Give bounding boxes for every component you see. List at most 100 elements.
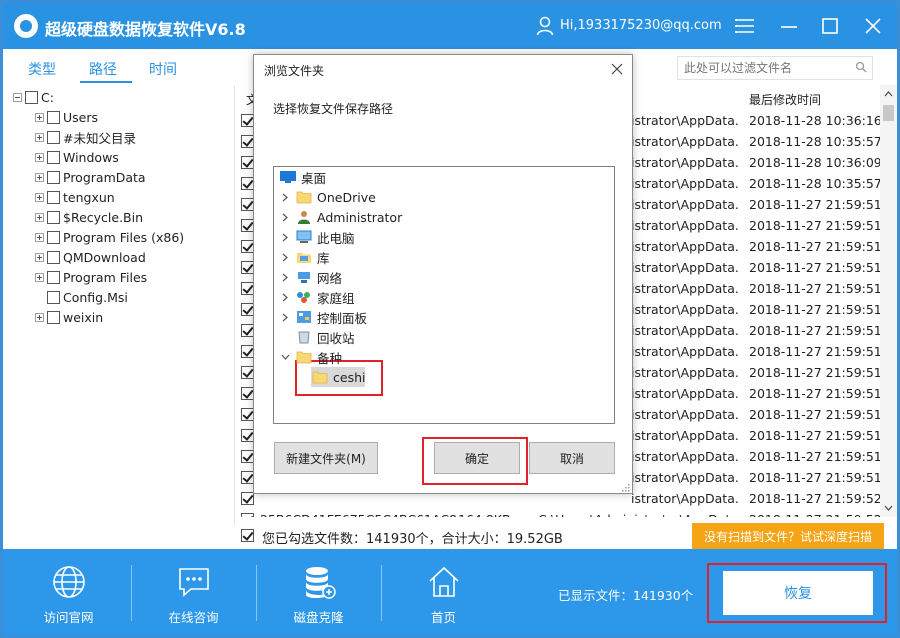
folder-icon bbox=[312, 371, 328, 384]
tree-checkbox[interactable] bbox=[47, 310, 60, 324]
menu-icon[interactable] bbox=[732, 13, 758, 39]
folder-item[interactable]: Administrator bbox=[280, 207, 402, 227]
chevron-right-icon[interactable] bbox=[280, 292, 290, 302]
browse-folder-dialog: 浏览文件夹 选择恢复文件保存路径 桌面 OneDrive Administrator… bbox=[253, 54, 633, 494]
expand-icon[interactable] bbox=[35, 152, 44, 162]
app-logo-icon bbox=[14, 14, 38, 38]
collapse-icon[interactable] bbox=[13, 92, 22, 102]
tree-label: tengxun bbox=[63, 189, 115, 205]
tree-item[interactable]: Program Files bbox=[35, 268, 147, 286]
homegroup-icon bbox=[297, 292, 310, 303]
file-path: istrator\AppData... bbox=[631, 134, 739, 149]
tree-checkbox[interactable] bbox=[47, 150, 60, 164]
tree-item[interactable]: #未知父目录 bbox=[35, 128, 136, 146]
dialog-close-icon[interactable] bbox=[609, 61, 625, 77]
tree-checkbox[interactable] bbox=[47, 230, 60, 244]
expand-icon[interactable] bbox=[35, 112, 44, 122]
expand-icon[interactable] bbox=[35, 312, 44, 322]
chevron-right-icon[interactable] bbox=[280, 212, 290, 222]
row-checkbox[interactable] bbox=[241, 513, 254, 517]
tree-item[interactable]: weixin bbox=[35, 308, 103, 326]
tab-type[interactable]: 类型 bbox=[28, 59, 56, 79]
folder-item[interactable]: 回收站 bbox=[280, 327, 355, 347]
tree-checkbox[interactable] bbox=[47, 130, 60, 144]
tree-checkbox[interactable] bbox=[47, 270, 60, 284]
expand-icon[interactable] bbox=[35, 192, 44, 202]
chevron-right-icon[interactable] bbox=[280, 192, 290, 202]
file-time: 2018-11-27 21:59:51 bbox=[749, 470, 880, 485]
tab-time[interactable]: 时间 bbox=[149, 59, 177, 79]
file-path: istrator\AppData... bbox=[631, 386, 739, 401]
nav-label: 在线咨询 bbox=[168, 610, 219, 625]
expand-icon[interactable] bbox=[35, 272, 44, 282]
nav-consult[interactable]: 在线咨询 bbox=[131, 549, 256, 635]
tree-item[interactable]: Config.Msi bbox=[35, 288, 128, 306]
folder-item[interactable]: 网络 bbox=[280, 267, 342, 287]
folder-label: 家庭组 bbox=[317, 290, 355, 306]
user-email[interactable]: Hi,1933175230@qq.com bbox=[560, 18, 722, 33]
file-path: istrator\AppData... bbox=[631, 176, 739, 191]
new-folder-button[interactable]: 新建文件夹(M) bbox=[274, 442, 378, 474]
folder-item[interactable]: 库 bbox=[280, 247, 330, 267]
expand-icon[interactable] bbox=[35, 212, 44, 222]
user-icon[interactable] bbox=[536, 16, 554, 36]
deep-scan-button[interactable]: 没有扫描到文件？试试深度扫描 bbox=[692, 523, 884, 549]
search-icon[interactable] bbox=[855, 61, 867, 73]
tree-item[interactable]: QMDownload bbox=[35, 248, 146, 266]
chevron-down-icon[interactable] bbox=[280, 352, 290, 362]
filter-input[interactable] bbox=[677, 56, 873, 80]
folder-icon bbox=[296, 351, 312, 364]
chevron-right-icon[interactable] bbox=[280, 232, 290, 242]
tree-checkbox[interactable] bbox=[47, 170, 60, 184]
folder-item[interactable]: ceshi bbox=[296, 367, 365, 387]
chevron-right-icon[interactable] bbox=[280, 252, 290, 262]
nav-website[interactable]: 访问官网 bbox=[6, 549, 131, 635]
tree-root[interactable]: C: bbox=[13, 88, 54, 106]
chevron-right-icon[interactable] bbox=[280, 272, 290, 282]
tab-path[interactable]: 路径 bbox=[89, 59, 117, 79]
folder-item[interactable]: 家庭组 bbox=[280, 287, 355, 307]
list-scrollbar[interactable] bbox=[880, 85, 897, 517]
folder-item[interactable]: 此电脑 bbox=[280, 227, 355, 247]
expand-icon[interactable] bbox=[35, 252, 44, 262]
scroll-up-icon[interactable] bbox=[884, 90, 893, 97]
file-path: istrator\AppData... bbox=[631, 239, 739, 254]
folder-label: 控制面板 bbox=[317, 310, 368, 326]
close-icon[interactable] bbox=[860, 13, 886, 39]
tree-item[interactable]: Program Files (x86) bbox=[35, 228, 184, 246]
nav-disk-clone[interactable]: 磁盘克隆 bbox=[256, 549, 381, 635]
minimize-icon[interactable] bbox=[776, 13, 802, 39]
file-path: istrator\AppData... bbox=[631, 281, 739, 296]
expand-icon[interactable] bbox=[35, 172, 44, 182]
scroll-thumb[interactable] bbox=[883, 105, 894, 121]
tree-checkbox[interactable] bbox=[47, 290, 60, 304]
tree-checkbox[interactable] bbox=[47, 210, 60, 224]
folder-item[interactable]: 备种 bbox=[280, 347, 342, 367]
tree-item[interactable]: $Recycle.Bin bbox=[35, 208, 143, 226]
folder-item[interactable]: 桌面 bbox=[280, 167, 326, 187]
tree-checkbox[interactable] bbox=[25, 90, 38, 104]
folder-item[interactable]: 控制面板 bbox=[280, 307, 367, 327]
col-time-header[interactable]: 最后修改时间 bbox=[749, 91, 821, 108]
expand-icon[interactable] bbox=[35, 132, 44, 142]
scroll-down-icon[interactable] bbox=[884, 505, 893, 512]
cancel-button[interactable]: 取消 bbox=[529, 442, 615, 474]
recover-button[interactable]: 恢复 bbox=[723, 571, 873, 615]
nav-home[interactable]: 首页 bbox=[381, 549, 506, 635]
tree-label: C: bbox=[41, 89, 54, 105]
folder-item[interactable]: OneDrive bbox=[280, 187, 376, 207]
ok-button[interactable]: 确定 bbox=[434, 442, 520, 474]
tree-item[interactable]: Users bbox=[35, 108, 98, 126]
tree-checkbox[interactable] bbox=[47, 110, 60, 124]
tree-item[interactable]: tengxun bbox=[35, 188, 115, 206]
tree-item[interactable]: ProgramData bbox=[35, 168, 146, 186]
select-all-checkbox[interactable] bbox=[241, 529, 254, 542]
maximize-icon[interactable] bbox=[817, 13, 843, 39]
chevron-right-icon[interactable] bbox=[280, 312, 290, 322]
tree-checkbox[interactable] bbox=[47, 190, 60, 204]
tree-checkbox[interactable] bbox=[47, 250, 60, 264]
expand-icon[interactable] bbox=[35, 232, 44, 242]
tree-item[interactable]: Windows bbox=[35, 148, 119, 166]
resize-grip-icon[interactable] bbox=[620, 482, 630, 492]
table-row[interactable]: 25B6CD41FE675C5C4BC61AC8...164.8KB C:\Use… bbox=[236, 509, 880, 517]
